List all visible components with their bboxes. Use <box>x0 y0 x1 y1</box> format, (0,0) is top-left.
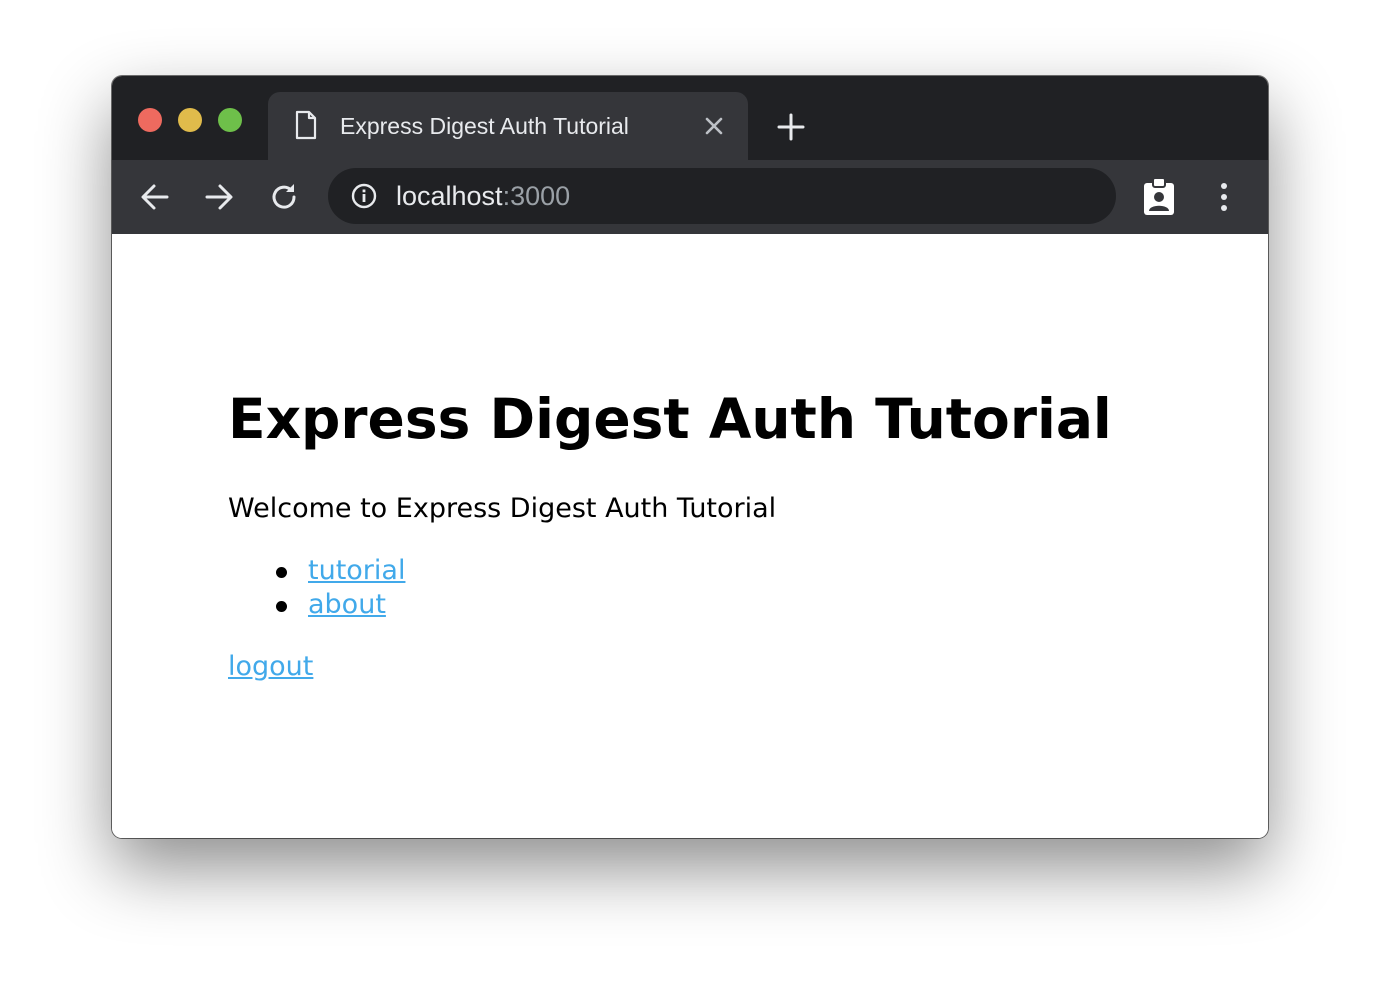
list-item: about <box>228 588 405 622</box>
plus-icon[interactable] <box>776 112 806 142</box>
browser-tab[interactable]: Express Digest Auth Tutorial <box>268 92 748 160</box>
bullet-icon <box>276 601 287 612</box>
kebab-menu-icon[interactable] <box>1210 180 1238 214</box>
bullet-icon <box>276 567 287 578</box>
browser-toolbar: localhost:3000 <box>112 160 1268 234</box>
tutorial-link[interactable]: tutorial <box>308 555 405 586</box>
document-icon <box>295 110 317 140</box>
back-arrow-icon[interactable] <box>138 180 172 214</box>
tab-title: Express Digest Auth Tutorial <box>340 113 629 139</box>
logout-link[interactable]: logout <box>228 651 313 682</box>
close-icon[interactable] <box>702 114 726 138</box>
browser-window: Express Digest Auth Tutorial localhost:3… <box>112 76 1268 838</box>
url-port: :3000 <box>502 181 571 211</box>
url-text[interactable]: localhost:3000 <box>396 181 570 211</box>
reload-icon[interactable] <box>267 180 301 214</box>
welcome-text: Welcome to Express Digest Auth Tutorial <box>228 493 777 524</box>
minimize-window-button[interactable] <box>178 108 202 132</box>
close-window-button[interactable] <box>138 108 162 132</box>
page-title: Express Digest Auth Tutorial <box>228 387 1112 451</box>
title-bar: Express Digest Auth Tutorial <box>112 76 1268 160</box>
list-item: tutorial <box>228 554 405 588</box>
logout-container: logout <box>228 650 313 684</box>
zoom-window-button[interactable] <box>218 108 242 132</box>
address-bar[interactable]: localhost:3000 <box>328 168 1116 224</box>
badge-icon[interactable] <box>1142 177 1176 217</box>
info-icon[interactable] <box>350 182 378 210</box>
about-link[interactable]: about <box>308 589 386 620</box>
url-host: localhost <box>396 181 503 211</box>
forward-arrow-icon[interactable] <box>202 180 236 214</box>
nav-link-list: tutorial about <box>228 554 405 622</box>
page-content: Express Digest Auth Tutorial Welcome to … <box>112 234 1268 838</box>
